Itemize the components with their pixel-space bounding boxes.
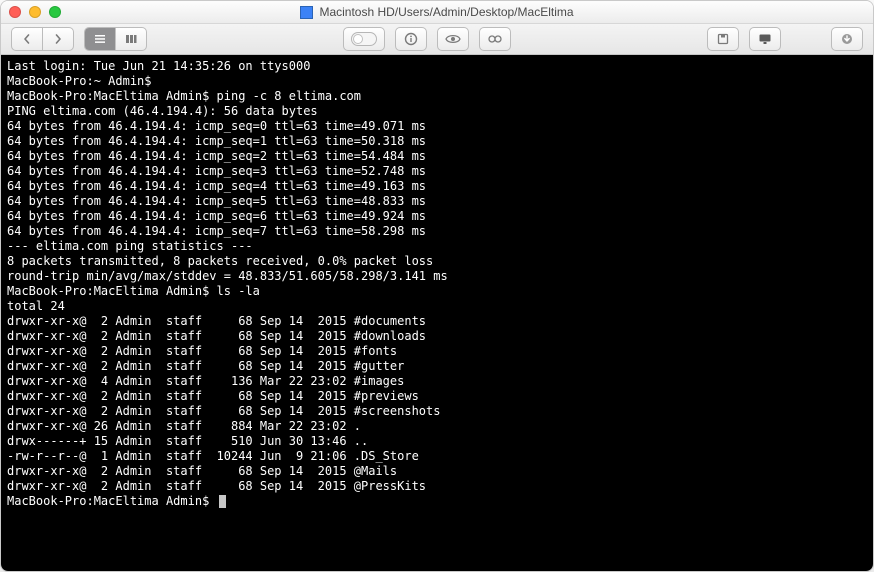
info-icon xyxy=(404,32,418,46)
terminal-line: round-trip min/avg/max/stddev = 48.833/5… xyxy=(7,269,867,284)
toggle-icon xyxy=(351,32,377,46)
back-button[interactable] xyxy=(11,27,42,51)
view-list-button[interactable] xyxy=(85,28,116,50)
binoculars-icon xyxy=(487,33,503,45)
terminal-line: 64 bytes from 46.4.194.4: icmp_seq=7 ttl… xyxy=(7,224,867,239)
terminal-prompt[interactable]: MacBook-Pro:MacEltima Admin$ xyxy=(7,494,867,509)
traffic-lights xyxy=(9,6,61,18)
terminal-line: MacBook-Pro:MacEltima Admin$ ls -la xyxy=(7,284,867,299)
download-icon xyxy=(841,33,853,45)
toolbar xyxy=(1,24,873,55)
terminal-line: drwxr-xr-x@ 2 Admin staff 68 Sep 14 2015… xyxy=(7,389,867,404)
eye-icon xyxy=(445,33,461,45)
download-button[interactable] xyxy=(831,27,863,51)
terminal-line: 8 packets transmitted, 8 packets receive… xyxy=(7,254,867,269)
preview-button[interactable] xyxy=(437,27,469,51)
terminal-line: Last login: Tue Jun 21 14:35:26 on ttys0… xyxy=(7,59,867,74)
terminal-line: 64 bytes from 46.4.194.4: icmp_seq=6 ttl… xyxy=(7,209,867,224)
terminal-output[interactable]: Last login: Tue Jun 21 14:35:26 on ttys0… xyxy=(1,55,873,571)
view-mode-segment xyxy=(84,27,147,51)
cursor-icon xyxy=(219,495,226,508)
nav-buttons xyxy=(11,27,74,51)
columns-icon xyxy=(125,34,137,44)
chevron-right-icon xyxy=(53,34,63,44)
terminal-line: drwxr-xr-x@ 2 Admin staff 68 Sep 14 2015… xyxy=(7,404,867,419)
toggle-switch[interactable] xyxy=(343,27,385,51)
terminal-line: 64 bytes from 46.4.194.4: icmp_seq=3 ttl… xyxy=(7,164,867,179)
monitor-button[interactable] xyxy=(749,27,781,51)
terminal-line: MacBook-Pro:MacEltima Admin$ ping -c 8 e… xyxy=(7,89,867,104)
window-title-wrap: Macintosh HD/Users/Admin/Desktop/MacElti… xyxy=(1,5,873,19)
disk-button[interactable] xyxy=(707,27,739,51)
terminal-line: drwxr-xr-x@ 2 Admin staff 68 Sep 14 2015… xyxy=(7,479,867,494)
info-button[interactable] xyxy=(395,27,427,51)
terminal-line: drwxr-xr-x@ 26 Admin staff 884 Mar 22 23… xyxy=(7,419,867,434)
forward-button[interactable] xyxy=(42,27,74,51)
terminal-line: drwxr-xr-x@ 2 Admin staff 68 Sep 14 2015… xyxy=(7,344,867,359)
terminal-line: total 24 xyxy=(7,299,867,314)
terminal-line: drwxr-xr-x@ 2 Admin staff 68 Sep 14 2015… xyxy=(7,359,867,374)
list-icon xyxy=(94,34,106,44)
terminal-line: drwxr-xr-x@ 2 Admin staff 68 Sep 14 2015… xyxy=(7,464,867,479)
terminal-line: --- eltima.com ping statistics --- xyxy=(7,239,867,254)
chevron-left-icon xyxy=(22,34,32,44)
maximize-window-button[interactable] xyxy=(49,6,61,18)
view-column-button[interactable] xyxy=(116,28,146,50)
titlebar: Macintosh HD/Users/Admin/Desktop/MacElti… xyxy=(1,1,873,24)
terminal-line: 64 bytes from 46.4.194.4: icmp_seq=4 ttl… xyxy=(7,179,867,194)
terminal-line: drwxr-xr-x@ 2 Admin staff 68 Sep 14 2015… xyxy=(7,329,867,344)
terminal-line: PING eltima.com (46.4.194.4): 56 data by… xyxy=(7,104,867,119)
search-button[interactable] xyxy=(479,27,511,51)
minimize-window-button[interactable] xyxy=(29,6,41,18)
terminal-line: drwxr-xr-x@ 2 Admin staff 68 Sep 14 2015… xyxy=(7,314,867,329)
monitor-icon xyxy=(758,33,772,45)
terminal-line: drwxr-xr-x@ 4 Admin staff 136 Mar 22 23:… xyxy=(7,374,867,389)
terminal-line: 64 bytes from 46.4.194.4: icmp_seq=1 ttl… xyxy=(7,134,867,149)
folder-icon xyxy=(300,6,313,19)
window-title: Macintosh HD/Users/Admin/Desktop/MacElti… xyxy=(319,5,573,19)
terminal-line: 64 bytes from 46.4.194.4: icmp_seq=0 ttl… xyxy=(7,119,867,134)
disk-icon xyxy=(717,33,729,45)
terminal-line: 64 bytes from 46.4.194.4: icmp_seq=2 ttl… xyxy=(7,149,867,164)
terminal-line: -rw-r--r--@ 1 Admin staff 10244 Jun 9 21… xyxy=(7,449,867,464)
close-window-button[interactable] xyxy=(9,6,21,18)
terminal-line: drwx------+ 15 Admin staff 510 Jun 30 13… xyxy=(7,434,867,449)
app-window: Macintosh HD/Users/Admin/Desktop/MacElti… xyxy=(0,0,874,572)
terminal-line: MacBook-Pro:~ Admin$ xyxy=(7,74,867,89)
terminal-line: 64 bytes from 46.4.194.4: icmp_seq=5 ttl… xyxy=(7,194,867,209)
